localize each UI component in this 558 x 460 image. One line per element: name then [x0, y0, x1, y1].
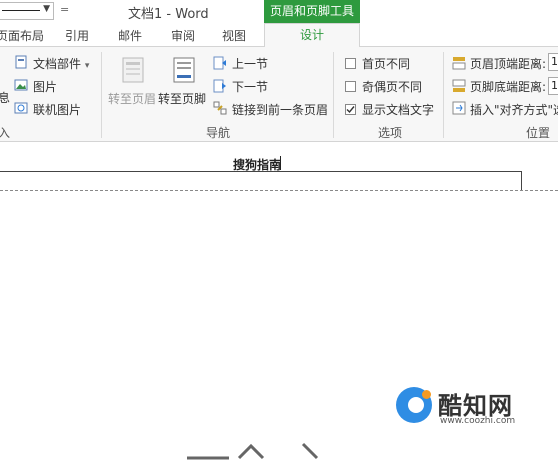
chevron-down-icon[interactable]: ▼ — [43, 4, 50, 14]
position-group-label: 位置 — [526, 126, 551, 140]
different-odd-even-label: 奇偶页不同 — [362, 80, 423, 94]
different-odd-even-checkbox[interactable] — [345, 81, 356, 92]
tab-page-layout[interactable]: 页面布局 — [0, 27, 44, 44]
window-title: 文档1 - Word — [128, 7, 209, 22]
header-top-distance-input[interactable]: 1 — [548, 53, 558, 71]
tab-references[interactable]: 引用 — [65, 27, 89, 44]
insert-alignment-tab-button[interactable]: 插入"对齐方式"选 — [470, 101, 558, 118]
line-style-combo[interactable]: ▼ — [0, 2, 54, 20]
next-section-button[interactable]: 下一节 — [232, 78, 268, 95]
header-top-distance-label: 页眉顶端距离: — [470, 57, 547, 71]
different-first-page-label: 首页不同 — [362, 57, 411, 71]
header-footer-tools-group: 页眉和页脚工具 — [264, 0, 360, 23]
link-to-previous-button[interactable]: 链接到前一条页眉 — [232, 101, 328, 118]
tab-design[interactable]: 设计 — [264, 23, 360, 47]
group-divider — [443, 52, 444, 138]
show-document-text-checkbox[interactable] — [345, 104, 356, 115]
tab-review[interactable]: 审阅 — [171, 27, 195, 44]
options-group-label: 选项 — [378, 126, 403, 140]
insert-alignment-tab-icon — [452, 101, 466, 115]
watermark-url: www.coozhi.com — [440, 416, 516, 426]
checkmark-icon — [346, 106, 355, 114]
watermark-logo-inner — [408, 397, 424, 413]
goto-header-icon — [122, 57, 144, 83]
line-sample — [2, 10, 40, 11]
partial-arrow-shape — [187, 442, 319, 460]
tab-view[interactable]: 视图 — [222, 27, 246, 44]
right-margin-line — [521, 172, 522, 190]
goto-footer-button[interactable]: 转至页脚 — [158, 90, 206, 107]
link-previous-icon — [213, 101, 227, 115]
show-document-text-label: 显示文档文字 — [362, 103, 435, 117]
footer-bottom-distance-label: 页脚底端距离: — [470, 80, 547, 94]
online-picture-icon — [14, 102, 28, 114]
header-margin-line — [0, 171, 522, 172]
header-top-distance-icon — [452, 57, 466, 70]
picture-button[interactable]: 图片 — [33, 78, 57, 95]
picture-icon — [14, 79, 28, 91]
navigation-group-label: 导航 — [206, 126, 231, 140]
doc-parts-label: 文档部件 — [33, 57, 82, 71]
text-caret — [280, 156, 281, 170]
doc-parts-button[interactable]: 文档部件 ▾ — [33, 55, 89, 72]
previous-section-button[interactable]: 上一节 — [232, 55, 268, 72]
online-picture-button[interactable]: 联机图片 — [33, 101, 81, 118]
previous-section-icon — [213, 56, 226, 70]
next-section-icon — [213, 79, 226, 93]
header-boundary-dashed-line — [0, 190, 558, 191]
tab-mailings[interactable]: 邮件 — [118, 27, 142, 44]
info-button-label[interactable]: 息 — [0, 89, 10, 106]
goto-footer-icon — [173, 57, 195, 83]
watermark-logo-dot — [422, 390, 431, 399]
different-first-page-checkbox[interactable] — [345, 58, 356, 69]
group-divider — [101, 52, 102, 138]
qat-customize-icon[interactable]: = — [60, 3, 69, 16]
goto-header-button[interactable]: 转至页眉 — [108, 90, 156, 107]
chevron-down-icon: ▾ — [84, 61, 90, 71]
doc-parts-icon — [15, 55, 27, 69]
insert-group-label: 入 — [0, 126, 11, 140]
footer-bottom-distance-input[interactable]: 1 — [548, 77, 558, 95]
footer-bottom-distance-icon — [452, 79, 466, 92]
group-divider — [333, 52, 334, 138]
